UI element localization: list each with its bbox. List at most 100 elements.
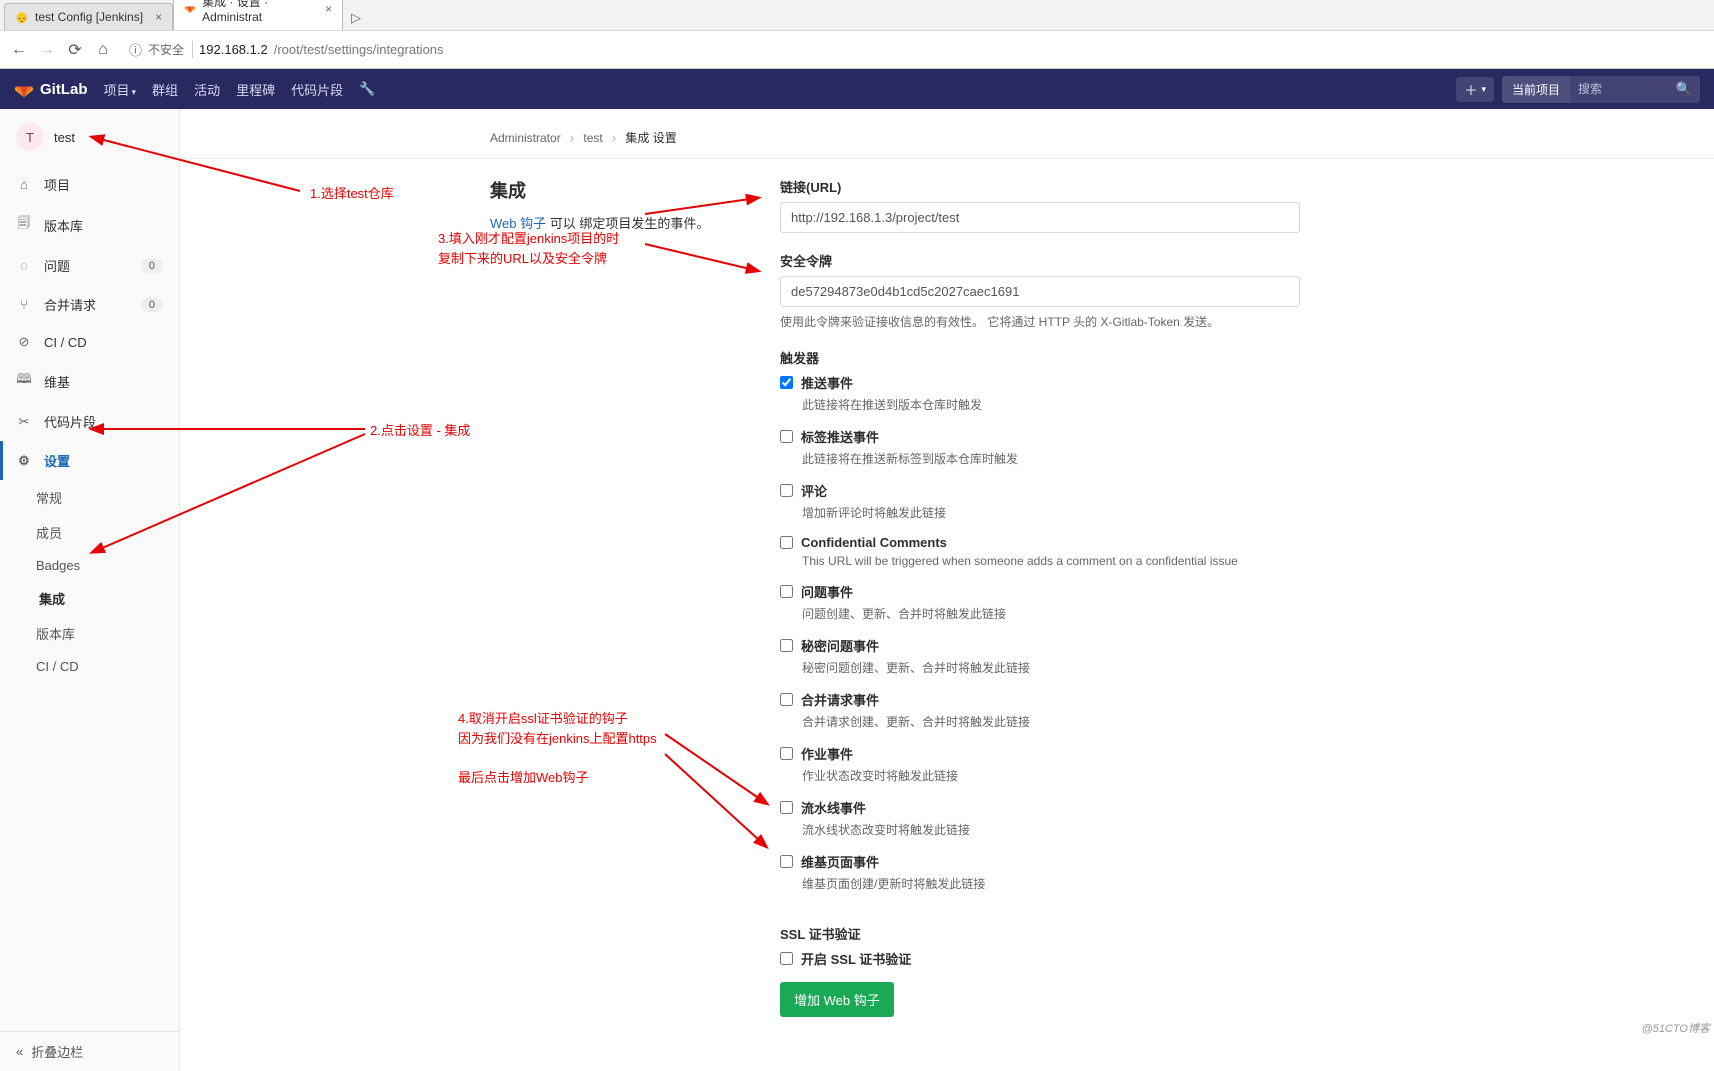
brand-label: GitLab xyxy=(40,81,88,98)
home-icon: ⌂ xyxy=(16,177,32,192)
project-chip[interactable]: T test xyxy=(0,109,179,165)
gitlab-logo[interactable]: GitLab xyxy=(14,79,88,99)
content-area: Administrator › test › 集成 设置 集成 Web 钩子 可… xyxy=(180,109,1714,1071)
back-button[interactable]: ← xyxy=(10,41,28,59)
search-context-button[interactable]: 当前项目 xyxy=(1502,76,1570,103)
global-search[interactable]: 🔍 xyxy=(1570,76,1700,103)
section-intro: 集成 Web 钩子 可以 绑定项目发生的事件。 xyxy=(490,177,740,1017)
nav-activity[interactable]: 活动 xyxy=(194,80,220,99)
trigger-item: 维基页面事件维基页面创建/更新时将触发此链接 xyxy=(780,852,1300,892)
settings-sub-integrations[interactable]: 集成 xyxy=(0,581,179,616)
url-box[interactable]: ⓘ 不安全 192.168.1.2/root/test/settings/int… xyxy=(122,37,1704,62)
trigger-checkbox[interactable] xyxy=(780,855,793,868)
sidebar-item-issues[interactable]: ◌问题0 xyxy=(0,246,179,285)
browser-tab-jenkins[interactable]: 👴 test Config [Jenkins] × xyxy=(4,3,173,30)
triggers-label: 触发器 xyxy=(780,348,1300,367)
trigger-label: 问题事件 xyxy=(801,582,853,601)
trigger-hint: 作业状态改变时将触发此链接 xyxy=(802,767,1300,784)
nav-snippets[interactable]: 代码片段 xyxy=(291,80,343,99)
reload-button[interactable]: ⟳ xyxy=(66,40,84,60)
token-input[interactable] xyxy=(780,276,1300,307)
trigger-item: 问题事件问题创建、更新、合并时将触发此链接 xyxy=(780,582,1300,622)
sidebar-item-wiki[interactable]: 🕮维基 xyxy=(0,360,179,402)
issues-badge: 0 xyxy=(141,259,163,273)
sidebar-item-snippets[interactable]: ✂代码片段 xyxy=(0,402,179,441)
trigger-checkbox[interactable] xyxy=(780,693,793,706)
ssl-verify-checkbox[interactable] xyxy=(780,952,793,965)
settings-sub-members[interactable]: 成员 xyxy=(0,515,179,550)
info-icon: ⓘ xyxy=(129,40,142,59)
trigger-hint: 合并请求创建、更新、合并时将触发此链接 xyxy=(802,713,1300,730)
nav-milestones[interactable]: 里程碑 xyxy=(236,80,275,99)
nav-groups[interactable]: 群组 xyxy=(152,80,178,99)
trigger-item: 标签推送事件此链接将在推送新标签到版本仓库时触发 xyxy=(780,427,1300,467)
sidebar-item-settings[interactable]: ⚙设置 xyxy=(0,441,179,480)
tab-title: test Config [Jenkins] xyxy=(35,10,143,24)
trigger-item: 流水线事件流水线状态改变时将触发此链接 xyxy=(780,798,1300,838)
search-icon[interactable]: 🔍 xyxy=(1676,81,1692,97)
sidebar-item-project[interactable]: ⌂项目 xyxy=(0,165,179,204)
nav-projects[interactable]: 项目▾ xyxy=(104,80,137,99)
trigger-label: Confidential Comments xyxy=(801,535,947,550)
project-sidebar: T test ⌂项目 🗐版本库 ◌问题0 ⑂合并请求0 ⊘CI / CD 🕮维基… xyxy=(0,109,180,1071)
search-input[interactable] xyxy=(1578,82,1668,96)
address-bar: ← → ⟳ ⌂ ⓘ 不安全 192.168.1.2/root/test/sett… xyxy=(0,30,1714,68)
crumb-admin[interactable]: Administrator xyxy=(490,131,561,145)
forward-button[interactable]: → xyxy=(38,41,56,59)
trigger-hint: 此链接将在推送新标签到版本仓库时触发 xyxy=(802,450,1300,467)
trigger-label: 作业事件 xyxy=(801,744,853,763)
crumb-current: 集成 设置 xyxy=(625,131,676,145)
trigger-checkbox[interactable] xyxy=(780,585,793,598)
project-avatar: T xyxy=(16,123,44,151)
trigger-item: 合并请求事件合并请求创建、更新、合并时将触发此链接 xyxy=(780,690,1300,730)
nav-admin-wrench-icon[interactable]: 🔧 xyxy=(359,81,375,97)
trigger-checkbox[interactable] xyxy=(780,536,793,549)
ssl-section-label: SSL 证书验证 xyxy=(780,924,1300,943)
trigger-checkbox[interactable] xyxy=(780,747,793,760)
add-webhook-button[interactable]: 增加 Web 钩子 xyxy=(780,982,894,1017)
trigger-checkbox[interactable] xyxy=(780,484,793,497)
sidebar-item-repository[interactable]: 🗐版本库 xyxy=(0,204,179,246)
gear-icon: ⚙ xyxy=(16,453,32,469)
wiki-icon: 🕮 xyxy=(16,370,32,392)
trigger-label: 评论 xyxy=(801,481,827,500)
trigger-hint: 流水线状态改变时将触发此链接 xyxy=(802,821,1300,838)
new-tab-button[interactable]: ▷ xyxy=(343,6,369,30)
trigger-label: 流水线事件 xyxy=(801,798,866,817)
project-name: test xyxy=(54,130,75,145)
crumb-project[interactable]: test xyxy=(583,131,602,145)
watermark: @51CTO博客 xyxy=(1642,1020,1710,1036)
new-dropdown-button[interactable]: ＋▾ xyxy=(1456,77,1494,102)
trigger-checkbox[interactable] xyxy=(780,376,793,389)
trigger-item: 推送事件此链接将在推送到版本仓库时触发 xyxy=(780,373,1300,413)
url-input[interactable] xyxy=(780,202,1300,233)
trigger-checkbox[interactable] xyxy=(780,801,793,814)
home-button[interactable]: ⌂ xyxy=(94,41,112,59)
webhook-link[interactable]: Web 钩子 xyxy=(490,216,546,231)
close-icon[interactable]: × xyxy=(155,10,162,24)
trigger-label: 维基页面事件 xyxy=(801,852,879,871)
settings-sub-badges[interactable]: Badges xyxy=(0,550,179,581)
settings-sub-cicd[interactable]: CI / CD xyxy=(0,651,179,682)
sidebar-item-merge-requests[interactable]: ⑂合并请求0 xyxy=(0,285,179,324)
settings-sub-general[interactable]: 常规 xyxy=(0,480,179,515)
close-icon[interactable]: × xyxy=(325,2,332,16)
url-label: 链接(URL) xyxy=(780,177,1300,196)
trigger-label: 合并请求事件 xyxy=(801,690,879,709)
trigger-label: 推送事件 xyxy=(801,373,853,392)
trigger-item: 秘密问题事件秘密问题创建、更新、合并时将触发此链接 xyxy=(780,636,1300,676)
token-help: 使用此令牌来验证接收信息的有效性。 它将通过 HTTP 头的 X-Gitlab-… xyxy=(780,313,1300,330)
browser-chrome: 👴 test Config [Jenkins] × 集成 · 设置 · Admi… xyxy=(0,0,1714,69)
sidebar-item-cicd[interactable]: ⊘CI / CD xyxy=(0,324,179,360)
trigger-checkbox[interactable] xyxy=(780,430,793,443)
trigger-item: 评论增加新评论时将触发此链接 xyxy=(780,481,1300,521)
browser-tab-gitlab[interactable]: 集成 · 设置 · Administrat × xyxy=(173,0,343,30)
mr-badge: 0 xyxy=(141,298,163,312)
plus-icon: ＋ xyxy=(1464,80,1477,99)
issues-icon: ◌ xyxy=(16,258,32,273)
trigger-checkbox[interactable] xyxy=(780,639,793,652)
collapse-sidebar-button[interactable]: « 折叠边栏 xyxy=(0,1031,179,1071)
breadcrumb: Administrator › test › 集成 设置 xyxy=(180,129,1714,159)
settings-sub-repository[interactable]: 版本库 xyxy=(0,616,179,651)
trigger-hint: 此链接将在推送到版本仓库时触发 xyxy=(802,396,1300,413)
